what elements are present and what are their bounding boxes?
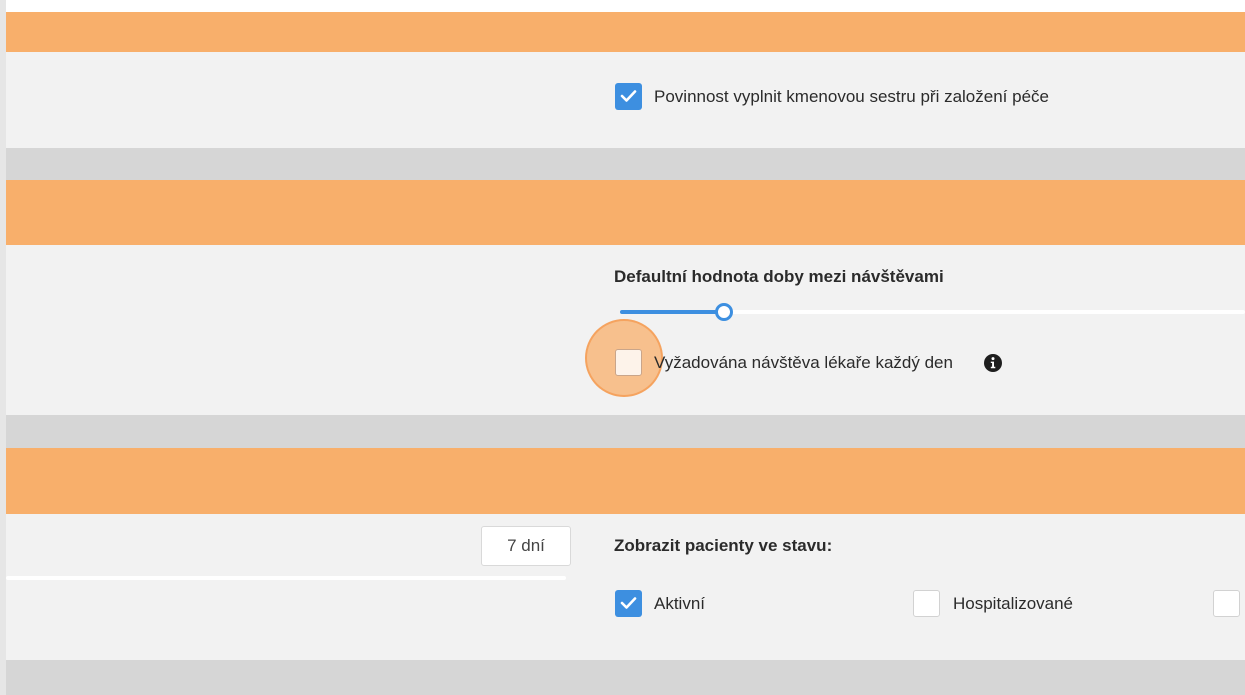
section-header-3 <box>6 448 1245 514</box>
daily-doctor-visit-checkbox[interactable] <box>615 349 642 376</box>
days-slider-track[interactable] <box>6 576 566 580</box>
visit-interval-slider-fill <box>620 310 724 314</box>
show-patients-label: Zobrazit pacienty ve stavu: <box>614 536 833 555</box>
info-icon[interactable] <box>984 354 1002 372</box>
status-active-checkbox[interactable] <box>615 590 642 617</box>
section-body-1: Povinnost vyplnit kmenovou sestru při za… <box>6 52 1245 148</box>
section-separator-1 <box>6 148 1245 180</box>
status-hospitalized-label: Hospitalizované <box>953 594 1074 613</box>
visit-interval-slider-handle[interactable] <box>715 303 733 321</box>
visit-interval-label: Defaultní hodnota doby mezi návštěvami <box>614 267 944 286</box>
section-body-3: 7 dní Zobrazit pacienty ve stavu: Aktivn… <box>6 514 1245 660</box>
status-third-checkbox[interactable] <box>1213 590 1240 617</box>
section-body-2: Defaultní hodnota doby mezi návštěvami V… <box>6 245 1245 415</box>
section-header-1 <box>6 12 1245 52</box>
status-active-label: Aktivní <box>654 594 706 613</box>
section-separator-3 <box>6 660 1245 695</box>
check-icon <box>620 90 637 102</box>
daily-doctor-visit-label: Vyžadována návštěva lékaře každý den <box>654 353 953 372</box>
status-hospitalized-checkbox[interactable] <box>913 590 940 617</box>
days-value-input[interactable]: 7 dní <box>481 526 571 566</box>
section-separator-2 <box>6 415 1245 448</box>
check-icon <box>620 597 637 609</box>
mandatory-nurse-label: Povinnost vyplnit kmenovou sestru při za… <box>654 87 1049 106</box>
mandatory-nurse-checkbox[interactable] <box>615 83 642 110</box>
section-header-2 <box>6 180 1245 245</box>
